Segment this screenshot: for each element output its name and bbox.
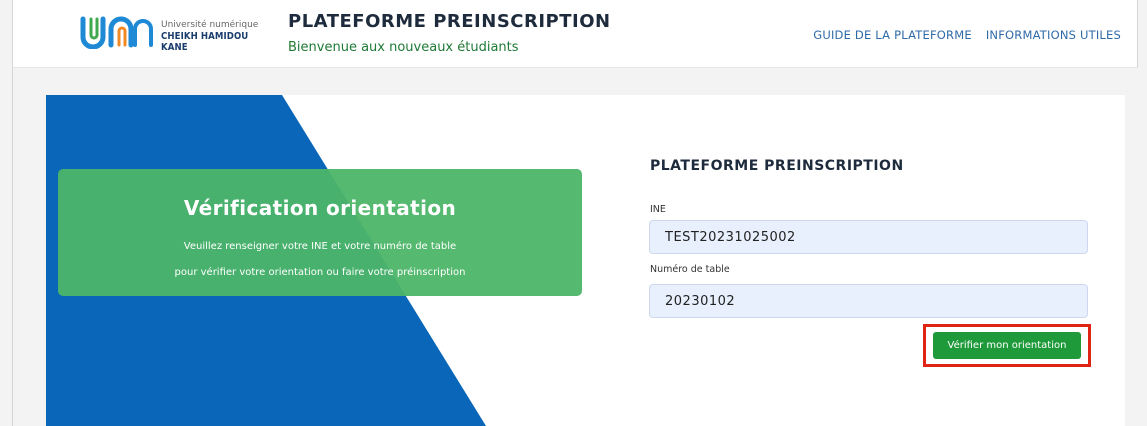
hero-instruction-line2: pour vérifier votre orientation ou faire… bbox=[174, 267, 466, 278]
site-subtitle: Bienvenue aux nouveaux étudiants bbox=[288, 40, 519, 55]
logo-line1: Université numérique bbox=[161, 20, 259, 30]
nav-guide-link[interactable]: GUIDE DE LA PLATEFORME bbox=[813, 28, 972, 42]
form-title: PLATEFORME PREINSCRIPTION bbox=[650, 158, 904, 174]
table-number-input[interactable] bbox=[649, 284, 1088, 318]
nav-info-link[interactable]: INFORMATIONS UTILES bbox=[986, 28, 1121, 42]
university-logo[interactable]: Université numérique CHEIKH HAMIDOU KANE bbox=[77, 12, 267, 53]
site-title: PLATEFORME PREINSCRIPTION bbox=[288, 11, 611, 32]
ine-input[interactable] bbox=[649, 220, 1088, 254]
top-header: Université numérique CHEIKH HAMIDOU KANE… bbox=[12, 0, 1138, 68]
logo-text: Université numérique CHEIKH HAMIDOU KANE bbox=[161, 20, 267, 53]
hero-title: Vérification orientation bbox=[183, 196, 457, 220]
top-nav: GUIDE DE LA PLATEFORME INFORMATIONS UTIL… bbox=[813, 28, 1121, 42]
logo-line2: CHEIKH HAMIDOU KANE bbox=[161, 31, 249, 53]
highlight-frame: Vérifier mon orientation bbox=[923, 324, 1091, 367]
page-left-border bbox=[12, 68, 13, 426]
main-card: Vérification orientation Veuillez rensei… bbox=[46, 95, 1125, 426]
hero-instruction-line1: Veuillez renseigner votre INE et votre n… bbox=[183, 241, 457, 252]
unchk-logo-icon bbox=[80, 16, 153, 49]
table-number-label: Numéro de table bbox=[650, 264, 730, 275]
ine-label: INE bbox=[650, 204, 666, 215]
verification-hero-box: Vérification orientation Veuillez rensei… bbox=[58, 169, 582, 296]
verify-orientation-button[interactable]: Vérifier mon orientation bbox=[933, 332, 1081, 359]
